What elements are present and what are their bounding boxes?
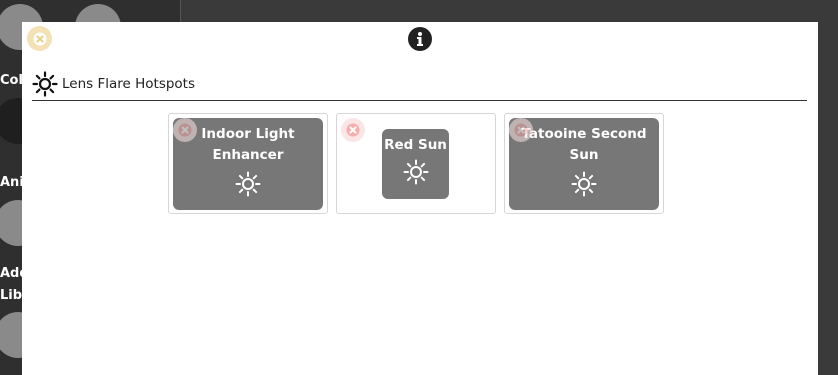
background-label-color: Col [0, 73, 23, 88]
remove-icon [514, 123, 528, 137]
sun-icon [571, 171, 597, 197]
close-icon [33, 32, 46, 45]
hotspot-remove-button[interactable] [173, 118, 197, 142]
hotspot-card[interactable]: Tatooine Second Sun [504, 113, 664, 214]
lens-flare-modal: Lens Flare Hotspots Indoor Light Enhance… [22, 22, 818, 375]
hotspot-remove-button[interactable] [341, 118, 365, 142]
modal-header: Lens Flare Hotspots [32, 68, 807, 101]
info-button[interactable] [408, 27, 432, 51]
remove-icon [178, 123, 192, 137]
hotspot-card[interactable]: Indoor Light Enhancer [168, 113, 328, 214]
hotspot-remove-button[interactable] [509, 118, 533, 142]
hotspot-list: Indoor Light Enhancer Red Sun Tatooine S… [168, 113, 664, 214]
sun-icon [32, 71, 58, 97]
remove-icon [346, 123, 360, 137]
modal-close-button[interactable] [27, 26, 52, 51]
info-icon [417, 32, 423, 46]
hotspot-label: Red Sun [384, 137, 447, 153]
modal-title: Lens Flare Hotspots [62, 76, 196, 92]
hotspot-button[interactable]: Red Sun [382, 129, 449, 199]
background-divider [180, 0, 181, 22]
sun-icon [403, 159, 428, 185]
sun-icon [235, 171, 261, 197]
hotspot-card[interactable]: Red Sun [336, 113, 496, 214]
